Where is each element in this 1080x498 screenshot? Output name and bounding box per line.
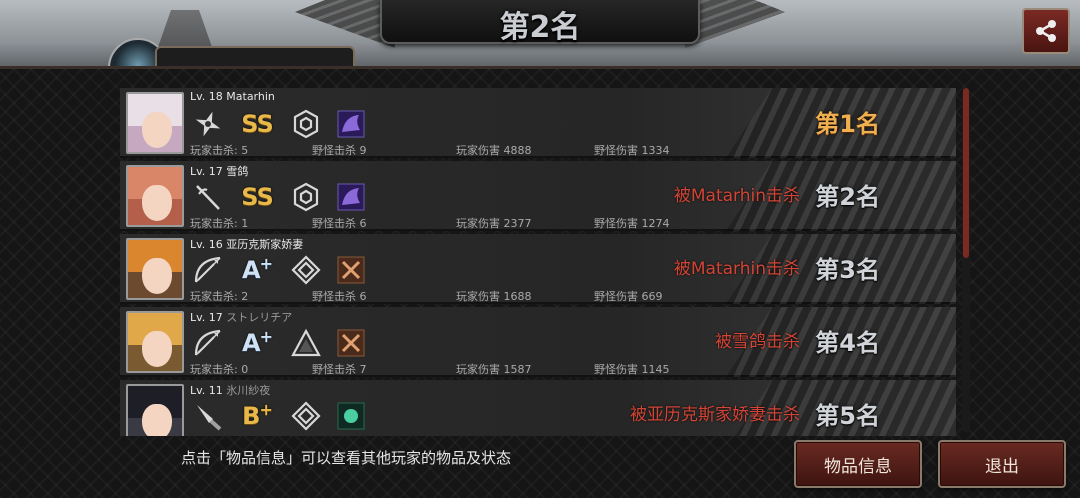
purple-beast-icon[interactable] xyxy=(335,181,367,213)
share-icon xyxy=(1036,20,1056,42)
rank-label: 第4名 xyxy=(815,329,880,357)
page-title: 第2名 xyxy=(499,10,581,45)
player-avatar xyxy=(126,165,184,227)
grade-badge: B+ xyxy=(237,400,277,432)
bow-icon xyxy=(192,327,224,359)
monster-kills: 野怪击杀 6 xyxy=(312,290,367,303)
crossed-swords-icon[interactable] xyxy=(335,327,367,359)
exit-button[interactable]: 退出 xyxy=(938,440,1066,488)
green-gem-icon[interactable] xyxy=(335,400,367,432)
rank-label: 第5名 xyxy=(815,402,880,430)
triangle-emblem-icon xyxy=(290,327,322,359)
grade-label: B+ xyxy=(242,400,273,430)
purple-beast-icon[interactable] xyxy=(335,108,367,140)
title-plate: 第2名 xyxy=(380,0,700,45)
player-row[interactable]: Lv. 16 亚历克斯家娇妻 A+ 玩家击杀: 2 野怪击杀 6 玩家伤害 1688 野… xyxy=(120,234,956,304)
hexagon-emblem-icon xyxy=(290,108,322,140)
grade-badge: A+ xyxy=(237,327,277,359)
player-damage: 玩家伤害 1587 xyxy=(456,363,532,376)
player-row[interactable]: Lv. 11 氷川紗夜 B+ 被亚历克斯家娇妻击杀 第5名 xyxy=(120,380,956,436)
player-loadout: A+ xyxy=(192,327,380,359)
player-damage: 玩家伤害 1688 xyxy=(456,290,532,303)
knife-icon xyxy=(192,400,224,432)
monster-damage: 野怪伤害 1334 xyxy=(594,144,670,157)
grade-label: A+ xyxy=(242,254,273,284)
shuriken-icon xyxy=(192,108,224,140)
player-ranking-list[interactable]: Lv. 18 Matarhin SS 玩家击杀: 5 野怪击杀 9 玩家伤害 4888… xyxy=(120,88,960,436)
player-loadout: B+ xyxy=(192,400,380,432)
player-row[interactable]: Lv. 17 雪鸽 SS 玩家击杀: 1 野怪击杀 6 玩家伤害 2377 野怪伤害 1… xyxy=(120,161,956,231)
player-kills: 玩家击杀: 0 xyxy=(190,363,249,376)
player-loadout: SS xyxy=(192,108,380,140)
player-damage: 玩家伤害 2377 xyxy=(456,217,532,230)
scrollbar-thumb[interactable] xyxy=(963,88,969,258)
player-loadout: A+ xyxy=(192,254,380,286)
player-avatar xyxy=(126,92,184,154)
player-stats: 玩家击杀: 0 野怪击杀 7 玩家伤害 1587 野怪伤害 1145 xyxy=(190,361,750,376)
grade-label: SS xyxy=(241,110,273,138)
item-info-button[interactable]: 物品信息 xyxy=(794,440,922,488)
diamond-emblem-icon xyxy=(290,254,322,286)
player-stats: 玩家击杀: 1 野怪击杀 6 玩家伤害 2377 野怪伤害 1274 xyxy=(190,215,750,230)
monster-damage: 野怪伤害 1145 xyxy=(594,363,670,376)
player-level-name: Lv. 18 Matarhin xyxy=(190,90,275,103)
monster-damage: 野怪伤害 1274 xyxy=(594,217,670,230)
bow-icon xyxy=(192,254,224,286)
rank-label: 第3名 xyxy=(815,256,880,284)
killed-by-text: 被雪鸽击杀 xyxy=(715,332,800,352)
player-avatar xyxy=(126,311,184,373)
player-level-name: Lv. 17 雪鸽 xyxy=(190,165,249,178)
killed-by-text: 被Matarhin击杀 xyxy=(673,259,800,279)
rapier-icon xyxy=(192,181,224,213)
grade-badge: SS xyxy=(237,108,277,140)
rank-label: 第2名 xyxy=(815,183,880,211)
player-avatar xyxy=(126,238,184,300)
player-damage: 玩家伤害 4888 xyxy=(456,144,532,157)
rank-label: 第1名 xyxy=(815,110,880,138)
player-stats: 玩家击杀: 2 野怪击杀 6 玩家伤害 1688 野怪伤害 669 xyxy=(190,288,750,303)
grade-label: A+ xyxy=(242,327,273,357)
player-level-name: Lv. 17 ストレリチア xyxy=(190,311,293,324)
monster-kills: 野怪击杀 7 xyxy=(312,363,367,376)
killed-by-text: 被Matarhin击杀 xyxy=(673,186,800,206)
player-kills: 玩家击杀: 5 xyxy=(190,144,249,157)
player-kills: 玩家击杀: 1 xyxy=(190,217,249,230)
player-kills: 玩家击杀: 2 xyxy=(190,290,249,303)
player-stats: 玩家击杀: 5 野怪击杀 9 玩家伤害 4888 野怪伤害 1334 xyxy=(190,142,750,157)
player-level-name: Lv. 16 亚历克斯家娇妻 xyxy=(190,238,304,251)
monster-kills: 野怪击杀 6 xyxy=(312,217,367,230)
grade-badge: SS xyxy=(237,181,277,213)
player-row[interactable]: Lv. 18 Matarhin SS 玩家击杀: 5 野怪击杀 9 玩家伤害 4888… xyxy=(120,88,956,158)
grade-badge: A+ xyxy=(237,254,277,286)
killed-by-text: 被亚历克斯家娇妻击杀 xyxy=(630,405,800,425)
monster-damage: 野怪伤害 669 xyxy=(594,290,663,303)
player-loadout: SS xyxy=(192,181,380,213)
crossed-swords-icon[interactable] xyxy=(335,254,367,286)
hint-text: 点击「物品信息」可以查看其他玩家的物品及状态 xyxy=(181,449,512,467)
grade-label: SS xyxy=(241,183,273,211)
share-button[interactable] xyxy=(1022,8,1070,54)
player-level-name: Lv. 11 氷川紗夜 xyxy=(190,384,271,397)
player-row[interactable]: Lv. 17 ストレリチア A+ 玩家击杀: 0 野怪击杀 7 玩家伤害 1587 野怪伤… xyxy=(120,307,956,377)
diamond-emblem-icon xyxy=(290,400,322,432)
hexagon-emblem-icon xyxy=(290,181,322,213)
player-stats xyxy=(190,434,750,436)
monster-kills: 野怪击杀 9 xyxy=(312,144,367,157)
player-avatar xyxy=(126,384,184,436)
